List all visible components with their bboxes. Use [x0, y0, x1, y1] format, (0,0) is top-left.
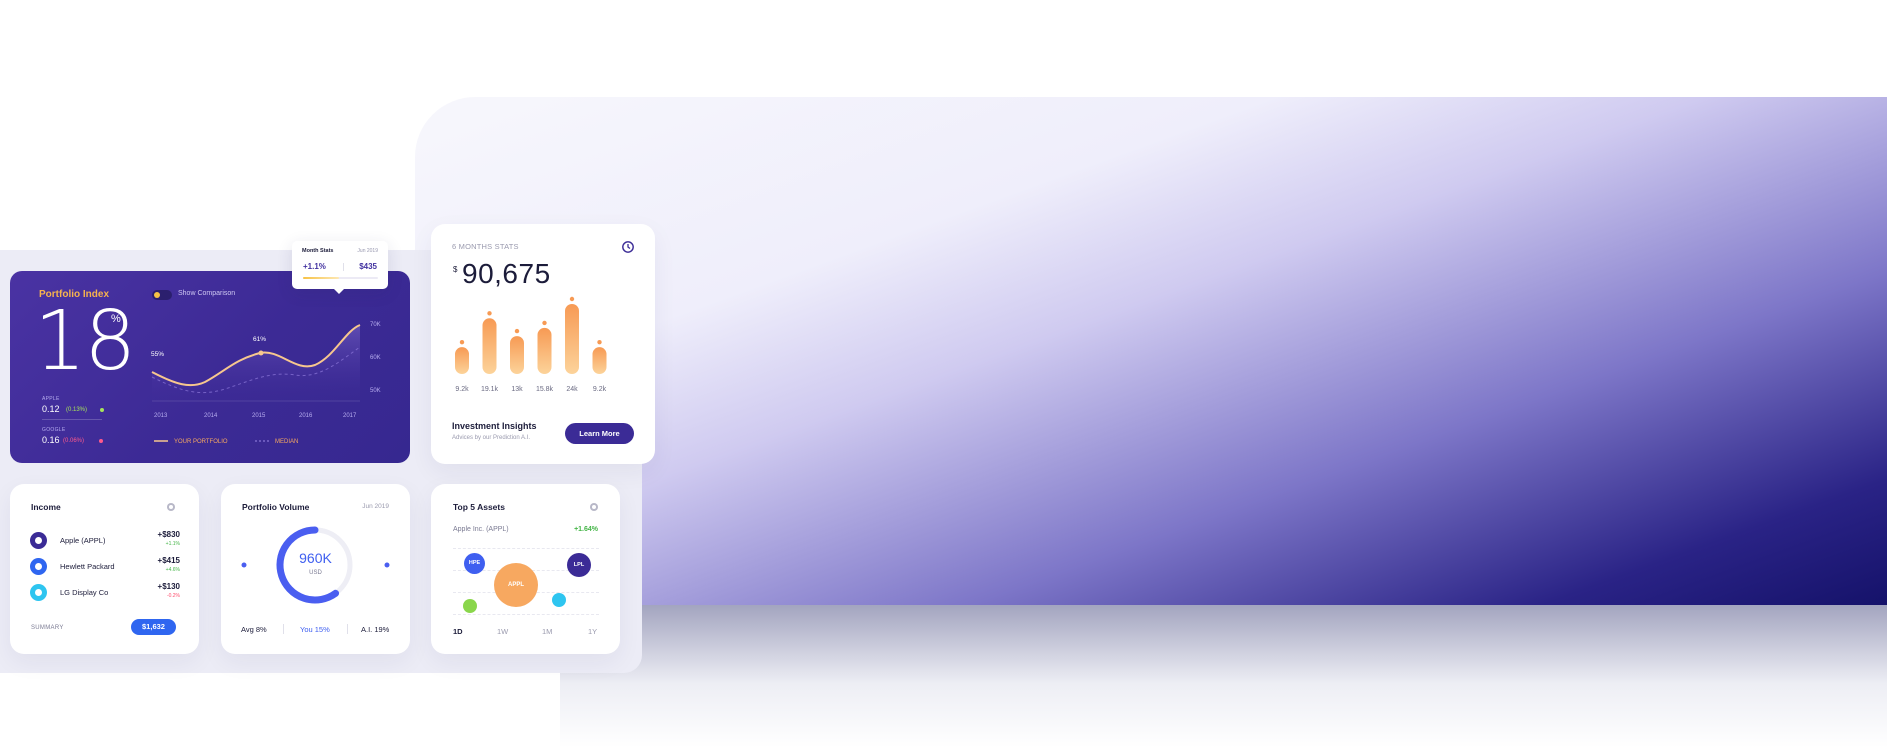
insights-title: Investment Insights — [452, 421, 537, 431]
x-tick-label: 2013 — [154, 413, 168, 419]
income-name: LG Display Co — [60, 588, 109, 597]
tooltip-progress-fill — [303, 277, 339, 279]
assets-subtitle: Apple Inc. (APPL) — [453, 526, 509, 533]
legend-label: YOUR PORTFOLIO — [174, 439, 228, 445]
summary-label: SUMMARY — [31, 625, 64, 631]
divider — [347, 624, 348, 634]
x-tick-label: 2016 — [299, 413, 313, 419]
portfolio-index-card: Portfolio Index Show Comparison 18 % APP… — [10, 271, 410, 463]
settings-icon[interactable] — [590, 503, 598, 511]
grid-line — [453, 614, 599, 615]
income-name: Apple (APPL) — [60, 536, 106, 545]
bar — [537, 327, 552, 374]
assets-title: Top 5 Assets — [453, 502, 505, 512]
portfolio-point — [258, 350, 264, 356]
tooltip-title: Month Stats — [302, 248, 334, 254]
income-title: Income — [31, 502, 61, 512]
income-row[interactable]: Hewlett Packard +$415 +4.6% — [30, 556, 180, 578]
bar-label: 13k — [511, 386, 523, 393]
tooltip-amount: $435 — [359, 262, 377, 271]
income-row[interactable]: LG Display Co +$130 -0.2% — [30, 582, 180, 604]
volume-unit: USD — [309, 570, 322, 576]
volume-you: You 15% — [300, 625, 330, 634]
point-label: 61% — [253, 336, 266, 343]
bar-dot — [542, 320, 547, 326]
divider — [283, 624, 284, 634]
asset-bubble-hpe[interactable]: HPE — [464, 553, 485, 574]
bar-label: 19.1k — [481, 386, 499, 393]
x-tick-label: 2014 — [204, 413, 218, 419]
x-tick-label: 2015 — [252, 413, 266, 419]
settings-icon[interactable] — [167, 503, 175, 511]
hp-icon — [30, 558, 47, 575]
learn-more-button[interactable]: Learn More — [565, 423, 634, 444]
summary-value-button[interactable]: $1,632 — [131, 619, 176, 635]
tab-1d[interactable]: 1D — [453, 627, 463, 636]
x-tick-label: 2017 — [343, 413, 357, 419]
y-tick-label: 50K — [370, 388, 381, 394]
portfolio-volume-card: Portfolio Volume Jun 2019 960K USD Avg 8… — [221, 484, 410, 654]
volume-ai: A.I. 19% — [361, 625, 390, 634]
month-stats-tooltip: Month Stats Jun 2019 +1.1% $435 — [292, 241, 388, 294]
tab-1m[interactable]: 1M — [542, 627, 552, 636]
bar-label: 9.2k — [455, 386, 469, 393]
tooltip-change: +1.1% — [303, 262, 326, 271]
income-value: +$130 — [157, 582, 180, 591]
volume-avg: Avg 8% — [241, 625, 267, 634]
income-change: +1.1% — [165, 541, 180, 547]
tooltip-progress — [303, 277, 378, 279]
bar-dot — [459, 339, 465, 345]
six-months-stats-card: 6 MONTHS STATS $ 90,675 9.2k 19.1k 13k 15.8… — [431, 224, 655, 464]
tooltip-date: Jun 2019 — [357, 248, 378, 254]
volume-value: 960K — [299, 550, 332, 566]
asset-bubble[interactable] — [463, 599, 477, 613]
insights-subtitle: Advices by our Prediction A.I. — [452, 435, 531, 441]
portfolio-line-chart: 55% 61% 70K 60K 50K 2013 2014 2015 2016 … — [151, 322, 381, 445]
asset-bubble-lpl[interactable]: LPL — [567, 553, 591, 577]
assets-change: +1.64% — [574, 526, 598, 533]
top-assets-card: Top 5 Assets Apple Inc. (APPL) +1.64% HP… — [431, 484, 620, 654]
tooltip-divider — [343, 263, 344, 271]
point-label: 55% — [151, 351, 164, 358]
bar — [565, 304, 579, 374]
income-row[interactable]: Apple (APPL) +$830 +1.1% — [30, 530, 180, 552]
income-change: -0.2% — [166, 593, 180, 599]
lg-icon — [30, 584, 47, 601]
bar-dot — [597, 339, 602, 345]
y-tick-label: 60K — [370, 355, 381, 361]
bar-dot — [487, 311, 492, 316]
legend-label: MEDIAN — [275, 439, 298, 445]
income-value: +$415 — [157, 556, 180, 565]
grid-line — [453, 548, 599, 549]
asset-bubble[interactable] — [552, 593, 566, 607]
apple-icon — [30, 532, 47, 549]
bar-label: 9.2k — [593, 386, 607, 393]
tab-1y[interactable]: 1Y — [588, 627, 597, 636]
bar — [510, 336, 524, 374]
income-card: Income Apple (APPL) +$830 +1.1% Hewlett … — [10, 484, 199, 654]
six-months-bar-chart: 9.2k 19.1k 13k 15.8k 24k 9.2k — [455, 296, 607, 393]
tab-1w[interactable]: 1W — [497, 627, 508, 636]
bar-dot — [514, 328, 520, 334]
income-value: +$830 — [157, 530, 180, 539]
background-shadow — [560, 605, 1887, 748]
bar-label: 24k — [566, 386, 578, 393]
y-tick-label: 70K — [370, 322, 381, 328]
bar — [592, 347, 607, 374]
bar-dot — [569, 296, 575, 302]
asset-bubble-appl[interactable]: APPL — [494, 563, 538, 607]
bar — [455, 347, 469, 374]
income-change: +4.6% — [165, 567, 180, 573]
bar — [482, 318, 497, 374]
income-name: Hewlett Packard — [60, 562, 115, 571]
bar-label: 15.8k — [536, 386, 554, 393]
volume-donut — [241, 526, 390, 604]
